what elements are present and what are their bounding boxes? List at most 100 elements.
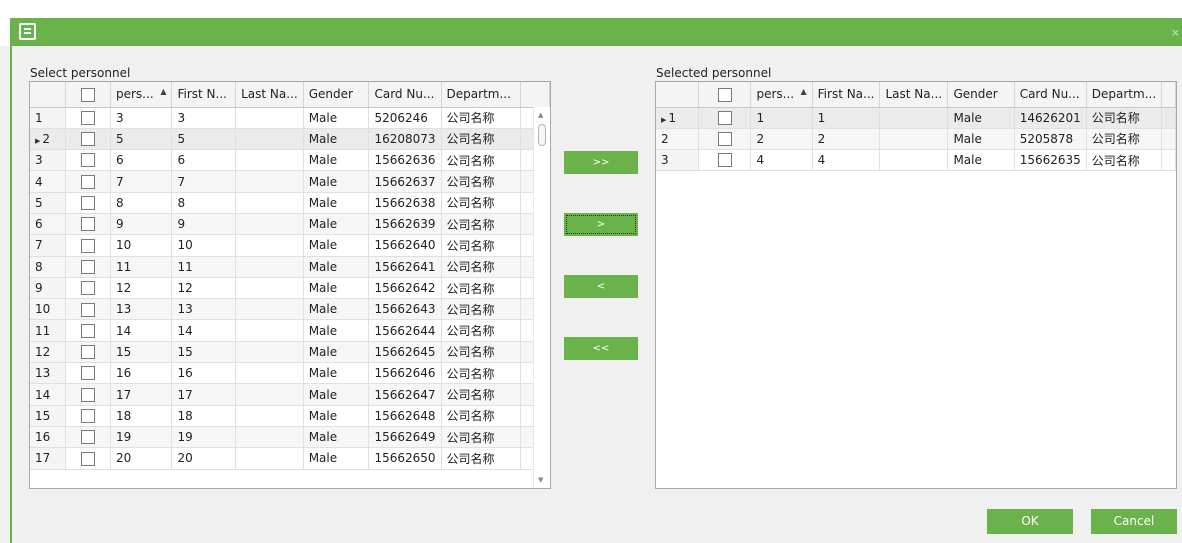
select-all-checkbox[interactable] xyxy=(717,87,732,102)
table-row[interactable]: 3 4 4 Male 15662635 公司名称 xyxy=(656,149,1176,172)
row-checkbox[interactable] xyxy=(81,174,96,189)
close-icon[interactable]: × xyxy=(1171,26,1180,39)
column-header-gender[interactable]: Gender xyxy=(303,82,370,108)
cell-first-name: 13 xyxy=(171,298,237,321)
cell-first-name: 11 xyxy=(171,256,237,278)
table-row[interactable]: 6 9 9 Male 15662639 公司名称 xyxy=(30,213,550,236)
row-checkbox[interactable] xyxy=(81,430,96,445)
cell-personnel-no: 14 xyxy=(110,319,173,342)
column-header-gender[interactable]: Gender xyxy=(947,82,1015,108)
add-selected-button[interactable]: > xyxy=(564,213,638,236)
row-checkbox[interactable] xyxy=(81,281,96,296)
row-checkbox[interactable] xyxy=(81,387,96,402)
column-header-card-number[interactable]: Card Nu... xyxy=(368,82,442,108)
table-row[interactable]: 4 7 7 Male 15662637 公司名称 xyxy=(30,170,550,193)
table-row[interactable]: 10 13 13 Male 15662643 公司名称 xyxy=(30,298,550,321)
cell-first-name: 4 xyxy=(812,149,881,172)
remove-selected-button[interactable]: < xyxy=(564,275,638,298)
cell-personnel-no: 15 xyxy=(110,341,173,364)
row-checkbox[interactable] xyxy=(81,366,96,381)
column-header-card-number[interactable]: Card Nu... xyxy=(1014,82,1087,108)
cell-last-name xyxy=(235,170,304,193)
cell-gender: Male xyxy=(947,107,1015,129)
table-row[interactable]: 16 19 19 Male 15662649 公司名称 xyxy=(30,426,550,449)
table-row[interactable]: 5 8 8 Male 15662638 公司名称 xyxy=(30,192,550,214)
column-header-first-name[interactable]: First Na... xyxy=(812,82,881,108)
current-row-arrow-icon: ▶ xyxy=(661,115,667,124)
table-row[interactable]: 11 14 14 Male 15662644 公司名称 xyxy=(30,319,550,342)
row-checkbox[interactable] xyxy=(81,238,96,253)
cell-personnel-no: 4 xyxy=(750,149,813,172)
column-header-personnel-no[interactable]: pers... ▲ xyxy=(110,82,173,108)
row-checkbox[interactable] xyxy=(81,217,96,232)
remove-all-button[interactable]: << xyxy=(564,337,638,360)
table-row[interactable]: 1 3 3 Male 5206246 公司名称 xyxy=(30,107,550,129)
row-checkbox[interactable] xyxy=(717,132,732,147)
row-checkbox[interactable] xyxy=(717,153,732,168)
row-checkbox-cell xyxy=(65,426,111,449)
cell-card-number: 15662645 xyxy=(368,341,442,364)
row-checkbox-cell xyxy=(698,149,752,172)
window-left-border xyxy=(10,46,12,543)
table-row[interactable]: ▶ 1 1 1 Male 14626201 公司名称 xyxy=(656,107,1176,129)
cell-gender: Male xyxy=(303,383,370,406)
vertical-scrollbar[interactable]: ▲ ▼ xyxy=(533,107,550,488)
column-header-first-name[interactable]: First N... xyxy=(171,82,237,108)
table-row[interactable]: 17 20 20 Male 15662650 公司名称 xyxy=(30,447,550,470)
cell-card-number: 14626201 xyxy=(1014,107,1087,129)
ok-button[interactable]: OK xyxy=(987,509,1073,534)
cell-personnel-no: 10 xyxy=(110,234,173,257)
column-header-personnel-no[interactable]: pers... ▲ xyxy=(750,82,813,108)
row-checkbox[interactable] xyxy=(81,132,96,147)
cell-first-name: 7 xyxy=(171,170,237,193)
select-personnel-grid: pers... ▲ First N... Last Na... Gender Ca… xyxy=(29,81,551,489)
cell-card-number: 15662641 xyxy=(368,256,442,278)
table-row[interactable]: 13 16 16 Male 15662646 公司名称 xyxy=(30,362,550,385)
cell-gender: Male xyxy=(303,447,370,470)
cell-last-name xyxy=(235,128,304,151)
row-checkbox[interactable] xyxy=(81,110,96,125)
scrollbar-thumb[interactable] xyxy=(538,124,546,146)
table-row[interactable]: 15 18 18 Male 15662648 公司名称 xyxy=(30,405,550,427)
table-row[interactable]: 14 17 17 Male 15662647 公司名称 xyxy=(30,383,550,406)
add-all-button[interactable]: >> xyxy=(564,151,638,174)
cell-gender: Male xyxy=(303,319,370,342)
row-checkbox-cell xyxy=(65,213,111,236)
table-row[interactable]: 3 6 6 Male 15662636 公司名称 xyxy=(30,149,550,172)
table-row[interactable]: 8 11 11 Male 15662641 公司名称 xyxy=(30,256,550,278)
table-row[interactable]: ▶ 2 5 5 Male 16208073 公司名称 xyxy=(30,128,550,151)
cell-first-name: 10 xyxy=(171,234,237,257)
scroll-down-icon[interactable]: ▼ xyxy=(538,476,543,484)
row-checkbox[interactable] xyxy=(81,345,96,360)
row-checkbox[interactable] xyxy=(81,153,96,168)
table-row[interactable]: 2 2 2 Male 5205878 公司名称 xyxy=(656,128,1176,151)
cell-gender: Male xyxy=(303,405,370,427)
table-row[interactable]: 9 12 12 Male 15662642 公司名称 xyxy=(30,277,550,300)
select-all-checkbox[interactable] xyxy=(81,87,96,102)
table-row[interactable]: 12 15 15 Male 15662645 公司名称 xyxy=(30,341,550,364)
cell-first-name: 5 xyxy=(171,128,237,151)
title-bar: × xyxy=(0,0,1182,46)
cell-department: 公司名称 xyxy=(441,256,522,278)
row-checkbox[interactable] xyxy=(81,259,96,274)
cell-card-number: 15662640 xyxy=(368,234,442,257)
row-checkbox-cell xyxy=(65,192,111,214)
cell-gender: Male xyxy=(303,362,370,385)
scroll-up-icon[interactable]: ▲ xyxy=(538,111,543,119)
table-row[interactable]: 7 10 10 Male 15662640 公司名称 xyxy=(30,234,550,257)
row-checkbox[interactable] xyxy=(81,323,96,338)
cancel-button[interactable]: Cancel xyxy=(1091,509,1177,534)
row-checkbox[interactable] xyxy=(81,196,96,211)
row-checkbox[interactable] xyxy=(81,302,96,317)
row-checkbox[interactable] xyxy=(717,110,732,125)
cell-first-name: 3 xyxy=(171,107,237,129)
column-header-last-name[interactable]: Last Na... xyxy=(879,82,949,108)
row-checkbox[interactable] xyxy=(81,451,96,466)
cell-last-name xyxy=(235,234,304,257)
select-all-header xyxy=(65,82,111,108)
column-header-last-name[interactable]: Last Na... xyxy=(235,82,304,108)
column-header-department[interactable]: Departm... xyxy=(1086,82,1163,108)
row-checkbox[interactable] xyxy=(81,409,96,424)
column-header-department[interactable]: Departm... xyxy=(441,82,522,108)
row-checkbox-cell xyxy=(698,128,752,151)
